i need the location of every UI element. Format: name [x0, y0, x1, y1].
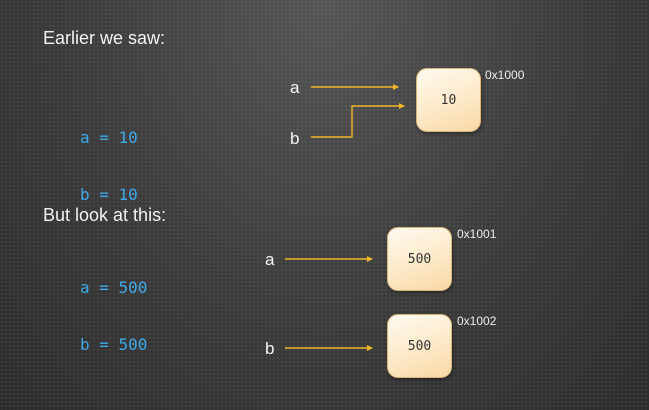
reference-arrows	[285, 84, 405, 351]
arrow-b-to-10	[311, 103, 405, 138]
